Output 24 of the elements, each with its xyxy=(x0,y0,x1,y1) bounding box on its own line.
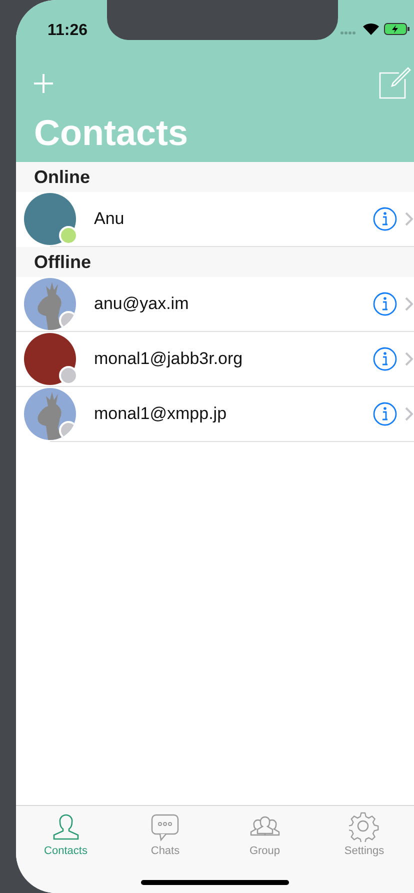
contact-name[interactable]: monal1@xmpp.jp xyxy=(94,404,373,424)
battery-icon xyxy=(384,23,410,35)
section-header: Online xyxy=(16,162,414,192)
wifi-icon xyxy=(363,23,379,35)
contact-name[interactable]: anu@yax.im xyxy=(94,294,373,314)
page-title: Contacts xyxy=(33,111,190,155)
info-icon[interactable] xyxy=(373,207,397,231)
section-header: Offline xyxy=(16,247,414,277)
settings-icon xyxy=(349,812,380,842)
chevron-icon xyxy=(405,352,413,366)
info-icon[interactable] xyxy=(373,347,397,371)
signal-icon xyxy=(340,31,358,35)
info-icon[interactable] xyxy=(373,292,397,316)
chat-bubble-icon xyxy=(150,812,180,842)
chevron-icon xyxy=(405,297,413,311)
animal-silhouette-icon xyxy=(38,282,62,330)
contact-name[interactable]: monal1@jabb3r.org xyxy=(94,349,373,369)
contact-name[interactable]: Anu xyxy=(94,209,373,229)
animal-silhouette-icon xyxy=(38,392,62,440)
chevron-icon xyxy=(405,212,413,226)
person-icon xyxy=(50,812,81,842)
chevron-icon xyxy=(405,407,413,421)
info-icon[interactable] xyxy=(373,402,397,426)
status-time: 11:26 xyxy=(46,22,88,40)
